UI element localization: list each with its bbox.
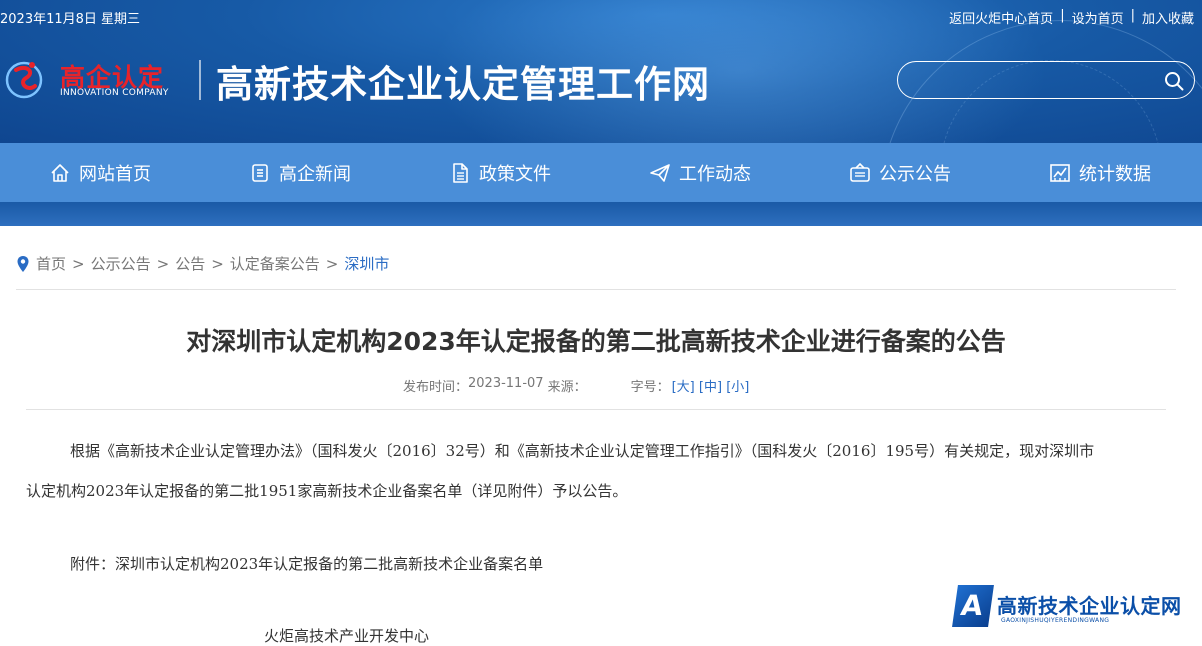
document-icon: [453, 162, 468, 183]
logo-mark-icon: [5, 61, 43, 99]
article-meta: 发布时间： 2023-11-07 来源： 字号： [大] [中] [小]: [403, 376, 749, 395]
font-size-medium[interactable]: [中]: [699, 380, 722, 395]
divider: [16, 289, 1176, 290]
font-size-controls: [大] [中] [小]: [672, 376, 750, 395]
breadcrumb-separator: >: [156, 254, 170, 273]
nav-item-news[interactable]: 高企新闻: [200, 143, 400, 202]
separator: |: [1060, 8, 1065, 23]
notice-icon: [850, 162, 870, 182]
breadcrumb-home[interactable]: 首页: [36, 253, 66, 274]
paper-plane-icon: [650, 163, 670, 182]
divider: [26, 409, 1166, 410]
nav-label: 高企新闻: [279, 163, 351, 185]
watermark-letter: A: [958, 589, 986, 622]
font-size-small[interactable]: [小]: [726, 380, 749, 395]
breadcrumb-announcement[interactable]: 公告: [175, 253, 205, 274]
nav-label: 网站首页: [79, 163, 151, 185]
news-icon: [252, 163, 268, 182]
paragraph-line: 认定机构2023年认定报备的第二批1951家高新技术企业备案名单（详见附件）予以…: [26, 482, 628, 500]
watermark-tile: A: [952, 585, 994, 627]
header-banner: 2023年11月8日 星期三 返回火炬中心首页 | 设为首页 | 加入收藏 高企…: [0, 0, 1202, 143]
nav-item-home[interactable]: 网站首页: [0, 143, 200, 202]
nav-label: 统计数据: [1079, 163, 1151, 185]
watermark-logo: A 高新技术企业认定网 GAOXINJISHUQIYERENDINGWANG: [952, 585, 1200, 633]
breadcrumb-current[interactable]: 深圳市: [344, 253, 389, 274]
published-date: 2023-11-07: [468, 376, 544, 391]
nav-label: 公示公告: [879, 163, 951, 185]
nav-item-stats[interactable]: 统计数据: [1000, 143, 1200, 202]
chart-icon: [1050, 163, 1070, 182]
nav-label: 政策文件: [479, 163, 551, 185]
breadcrumb-public-notice[interactable]: 公示公告: [91, 253, 151, 274]
nav-label: 工作动态: [679, 163, 751, 185]
paragraph-line: 根据《高新技术企业认定管理办法》（国科发火〔2016〕32号）和《高新技术企业认…: [70, 442, 1095, 460]
link-torch-home[interactable]: 返回火炬中心首页: [949, 8, 1053, 27]
top-links: 返回火炬中心首页 | 设为首页 | 加入收藏: [949, 8, 1194, 27]
watermark-text-cn: 高新技术企业认定网: [997, 594, 1182, 618]
source-label: 来源：: [547, 380, 587, 395]
breadcrumb-separator: >: [72, 254, 85, 273]
breadcrumb-separator: >: [325, 254, 339, 273]
paragraph-cutoff: 火炬高技术产业开发中心: [264, 627, 430, 645]
current-date: 2023年11月8日 星期三: [0, 12, 141, 27]
watermark-text-en: GAOXINJISHUQIYERENDINGWANG: [1001, 617, 1110, 624]
nav-underband: [0, 202, 1202, 226]
nav-item-work[interactable]: 工作动态: [600, 143, 800, 202]
location-pin-icon: [17, 255, 29, 272]
nav-item-policy[interactable]: 政策文件: [400, 143, 600, 202]
link-set-homepage[interactable]: 设为首页: [1072, 8, 1124, 27]
site-name: 高新技术企业认定管理工作网: [216, 62, 710, 106]
attachment-link[interactable]: 附件：深圳市认定机构2023年认定报备的第二批高新技术企业备案名单: [70, 553, 543, 574]
nav-item-notice[interactable]: 公示公告: [800, 143, 1000, 202]
font-size-label: 字号：: [630, 380, 670, 395]
breadcrumb-filing-notice[interactable]: 认定备案公告: [230, 253, 320, 274]
top-bar: 2023年11月8日 星期三 返回火炬中心首页 | 设为首页 | 加入收藏: [0, 8, 1202, 28]
separator: |: [1130, 8, 1135, 23]
article-title: 对深圳市认定机构2023年认定报备的第二批高新技术企业进行备案的公告: [186, 327, 1006, 356]
search-input[interactable]: [914, 69, 1158, 93]
font-size-large[interactable]: [大]: [672, 380, 695, 395]
header-divider: [199, 60, 201, 100]
search-icon[interactable]: [1164, 71, 1184, 91]
breadcrumb: 首页 > 公示公告 > 公告 > 认定备案公告 > 深圳市: [16, 253, 389, 274]
breadcrumb-separator: >: [211, 254, 224, 273]
published-label: 发布时间：: [403, 380, 469, 395]
site-logo[interactable]: 高企认定 INNOVATION COMPANY: [0, 54, 185, 104]
main-nav: 网站首页 高企新闻 政策文件 工作动态 公示公告 统计数据: [0, 143, 1202, 202]
search-box: [897, 61, 1195, 99]
logo-text-en: INNOVATION COMPANY: [60, 88, 169, 98]
home-icon: [51, 163, 69, 182]
link-add-favorite[interactable]: 加入收藏: [1142, 8, 1194, 27]
